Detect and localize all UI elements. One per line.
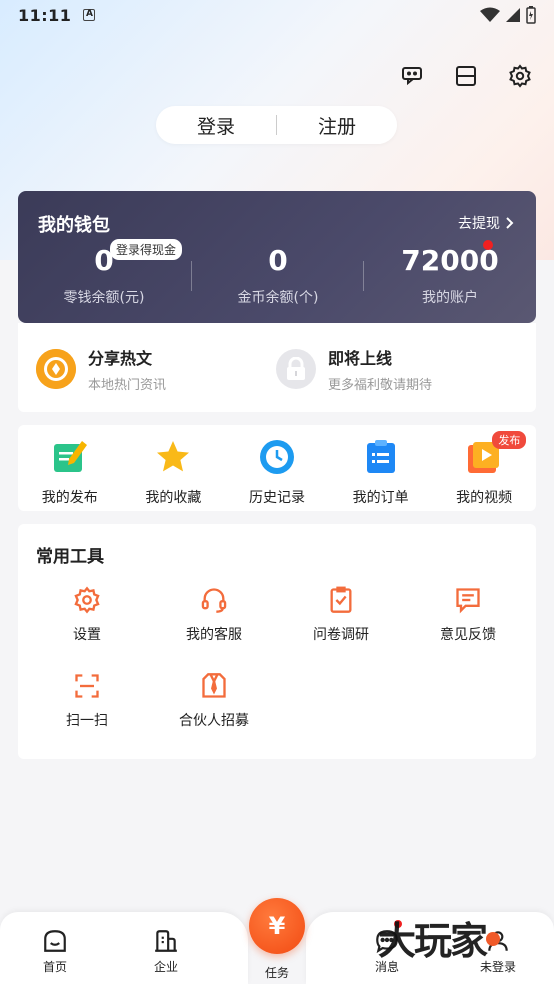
- account-label: 我的账户: [422, 290, 478, 306]
- withdraw-link[interactable]: 去提现: [458, 213, 514, 233]
- login-button[interactable]: 登录: [156, 112, 276, 139]
- coin-icon: [36, 349, 76, 389]
- headset-icon: [198, 584, 230, 616]
- promo-card: 分享热文 本地热门资讯 即将上线 更多福利敬请期待: [18, 323, 536, 412]
- headset-icon[interactable]: [398, 62, 426, 90]
- watermark-dot: [486, 932, 500, 946]
- tool-customer-service-label: 我的客服: [186, 627, 242, 643]
- history-item[interactable]: 历史记录: [225, 425, 329, 511]
- quick-actions-card: 我的发布 我的收藏 历史记录 我的订单 我的视频 发布: [18, 425, 536, 511]
- my-posts-label: 我的发布: [41, 490, 98, 506]
- status-bar: 11:11 A: [0, 0, 554, 30]
- share-articles-subtitle: 本地热门资讯: [88, 378, 167, 393]
- tool-survey[interactable]: 问卷调研: [276, 584, 406, 644]
- wallet-card: 我的钱包 去提现 0 零钱余额(元) 登录得现金 0 金币余额(个) 72000…: [18, 191, 536, 323]
- watermark-logo: 大玩家: [378, 918, 488, 963]
- lock-icon: [276, 349, 316, 389]
- tool-scan-label: 扫一扫: [66, 713, 108, 729]
- scan-icon[interactable]: [452, 62, 480, 90]
- publish-tag: 发布: [492, 431, 527, 449]
- tool-feedback[interactable]: 意见反馈: [403, 584, 533, 644]
- my-videos-label: 我的视频: [456, 490, 513, 506]
- coin-balance-label: 金币余额(个): [237, 290, 319, 306]
- auth-switch: 登录 注册: [156, 106, 397, 144]
- clock-icon: [257, 437, 297, 477]
- building-icon: [155, 930, 177, 952]
- status-icons: [480, 6, 536, 24]
- my-orders-item[interactable]: 我的订单: [329, 425, 433, 511]
- edit-icon: [50, 437, 90, 477]
- survey-icon: [325, 584, 357, 616]
- scan-icon: [71, 670, 103, 702]
- wifi-icon: [480, 7, 500, 22]
- tab-task-button[interactable]: ¥: [249, 898, 305, 954]
- my-videos-item[interactable]: 我的视频 发布: [432, 425, 536, 511]
- yuan-icon: ¥: [268, 912, 286, 940]
- tool-feedback-label: 意见反馈: [440, 627, 496, 643]
- history-label: 历史记录: [248, 490, 305, 506]
- tab-enterprise[interactable]: 企业: [126, 928, 206, 975]
- share-articles-item[interactable]: 分享热文 本地热门资讯: [36, 345, 166, 393]
- tool-settings-label: 设置: [73, 627, 101, 643]
- tab-home-label: 首页: [42, 960, 67, 974]
- account-value: 72000: [401, 244, 499, 277]
- signal-icon: [506, 8, 520, 22]
- tab-home[interactable]: 首页: [15, 928, 95, 975]
- common-tools-card: 常用工具 设置 我的客服 问卷调研 意见反馈 扫一扫 合伙人招募: [18, 524, 536, 759]
- tool-partner[interactable]: 合伙人招募: [149, 670, 279, 730]
- my-favorites-label: 我的收藏: [145, 490, 202, 506]
- header-actions: [398, 62, 534, 90]
- gear-icon[interactable]: [506, 62, 534, 90]
- my-posts-item[interactable]: 我的发布: [18, 425, 122, 511]
- status-time: 11:11: [18, 5, 72, 25]
- partner-icon: [198, 670, 230, 702]
- order-icon: [361, 437, 401, 477]
- wallet-coins[interactable]: 0 金币余额(个): [192, 243, 364, 307]
- tab-enterprise-label: 企业: [153, 960, 178, 974]
- star-icon: [153, 437, 193, 477]
- tab-task-label[interactable]: 任务: [249, 964, 305, 981]
- gear-icon: [71, 584, 103, 616]
- login-cash-badge: 登录得现金: [110, 239, 183, 260]
- coming-soon-subtitle: 更多福利敬请期待: [328, 378, 433, 393]
- tool-scan[interactable]: 扫一扫: [22, 670, 152, 730]
- coin-balance-value: 0: [268, 244, 288, 277]
- battery-icon: [526, 6, 536, 24]
- tool-survey-label: 问卷调研: [313, 627, 369, 643]
- feedback-icon: [452, 584, 484, 616]
- tool-partner-label: 合伙人招募: [179, 713, 249, 729]
- notification-a-icon: A: [83, 9, 96, 21]
- cash-balance-label: 零钱余额(元): [63, 290, 145, 306]
- wallet-title: 我的钱包: [38, 215, 110, 236]
- home-icon: [44, 930, 66, 952]
- coming-soon-title: 即将上线: [328, 349, 393, 368]
- share-articles-title: 分享热文: [88, 349, 153, 368]
- account-notification-dot: [483, 240, 493, 250]
- withdraw-label: 去提现: [458, 216, 500, 232]
- register-button[interactable]: 注册: [277, 112, 397, 139]
- wallet-account[interactable]: 72000 我的账户: [364, 243, 536, 307]
- my-orders-label: 我的订单: [352, 490, 409, 506]
- tools-title: 常用工具: [36, 547, 104, 567]
- my-favorites-item[interactable]: 我的收藏: [122, 425, 226, 511]
- tool-customer-service[interactable]: 我的客服: [149, 584, 279, 644]
- chevron-right-icon: [506, 217, 514, 229]
- tool-settings[interactable]: 设置: [22, 584, 152, 644]
- coming-soon-item[interactable]: 即将上线 更多福利敬请期待: [276, 345, 432, 393]
